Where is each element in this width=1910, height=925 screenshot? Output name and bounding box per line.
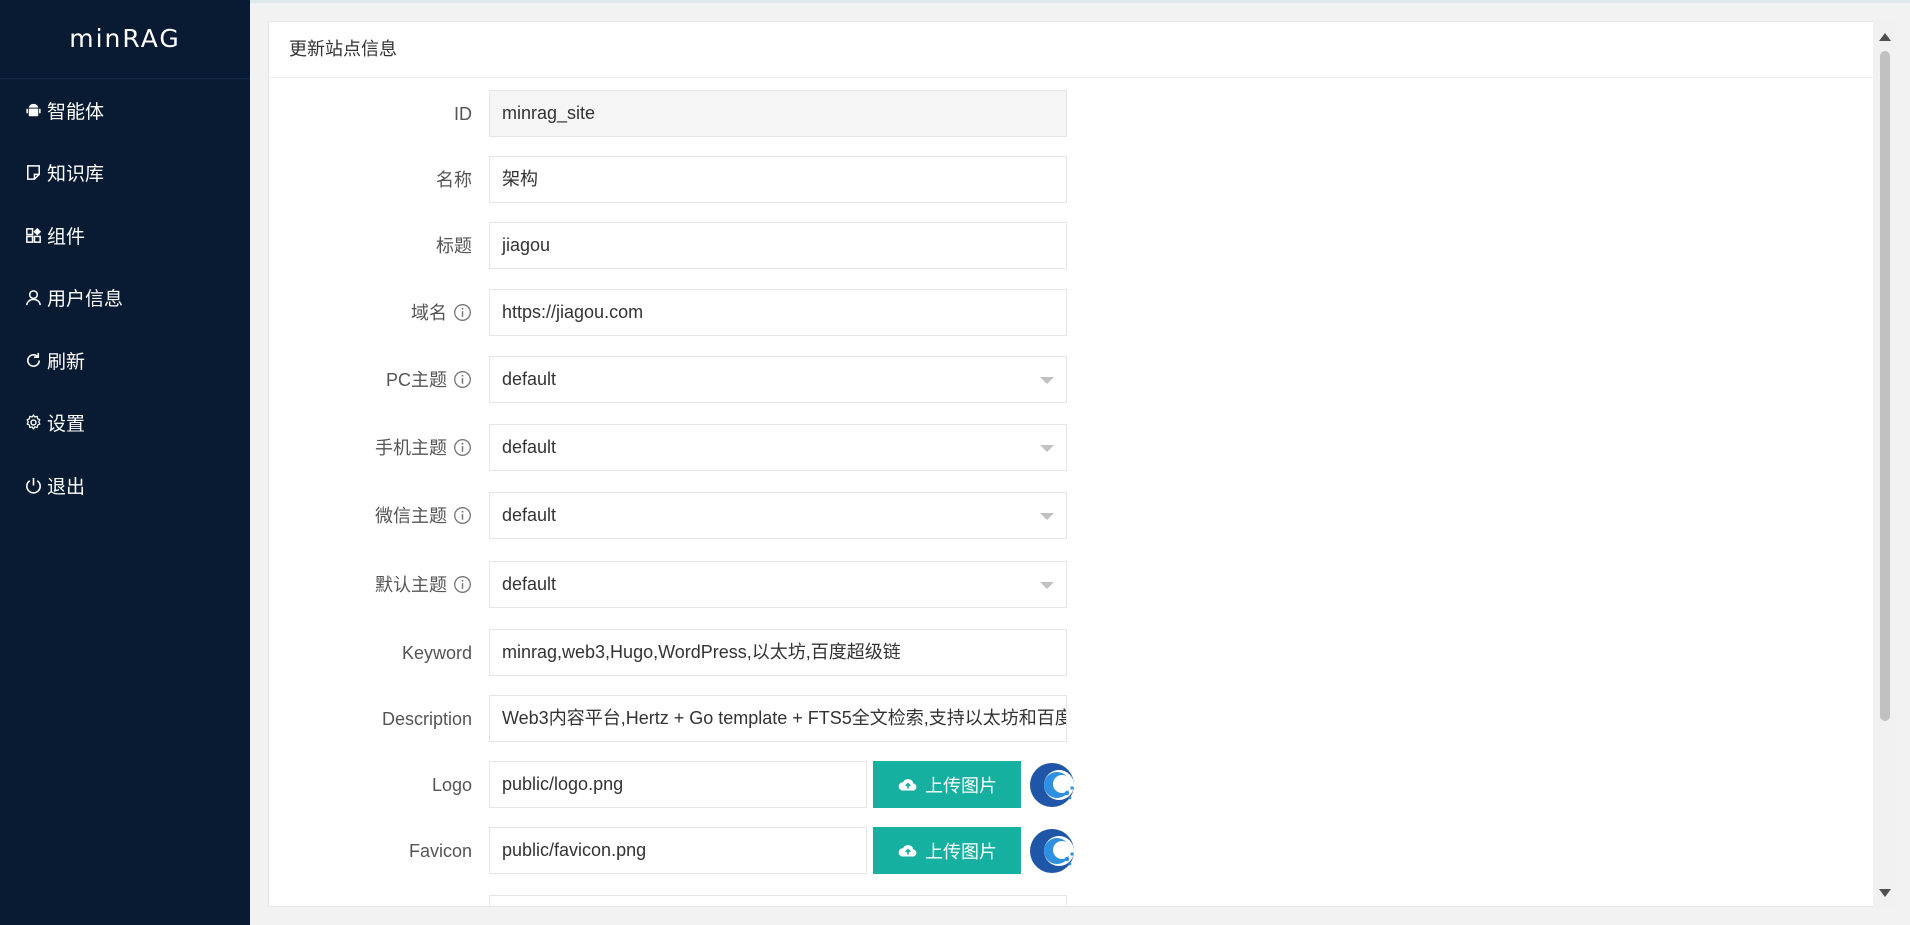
cloud-upload-icon (898, 844, 917, 856)
title-input[interactable]: jiagou (489, 222, 1067, 269)
name-label: 名称 (436, 170, 472, 190)
sidebar-item-refresh[interactable]: 刷新 (0, 329, 250, 392)
mobile-theme-label: 手机主题 (269, 424, 472, 473)
logo-path-input[interactable]: public/logo.png (489, 761, 867, 808)
upload-button-label: 上传图片 (925, 775, 997, 796)
form-row-title: 标题 jiagou (269, 222, 1369, 271)
form-row-id: ID minrag_site (269, 90, 1369, 139)
id-field: minrag_site (489, 90, 1067, 137)
sidebar-item-knowledge-base[interactable]: 知识库 (0, 142, 250, 205)
vertical-scrollbar[interactable] (1873, 21, 1896, 907)
domain-input[interactable]: https://jiagou.com (489, 289, 1067, 336)
component-icon (26, 227, 42, 243)
sidebar-item-label: 智能体 (47, 101, 105, 123)
sidebar-item-label: 设置 (47, 414, 86, 436)
info-icon[interactable] (453, 438, 472, 457)
default-theme-select[interactable]: default (489, 561, 1067, 608)
document-icon (27, 165, 40, 181)
domain-label: 域名 (269, 289, 472, 338)
sidebar: minRAG 智能体 知识库 组件 用户信息 刷新 设置 退出 (0, 0, 250, 925)
android-icon (26, 103, 41, 116)
favicon-upload-button[interactable]: 上传图片 (873, 827, 1021, 874)
sidebar-item-label: 刷新 (47, 351, 86, 373)
upload-button-label: 上传图片 (925, 841, 997, 862)
partially-visible-textarea[interactable] (489, 895, 1067, 906)
sidebar-item-label: 用户信息 (47, 289, 124, 311)
sidebar-item-agents[interactable]: 智能体 (0, 79, 250, 142)
form-row-partial-textarea (269, 895, 1369, 906)
form-row-domain: 域名 https://jiagou.com (269, 289, 1369, 338)
favicon-label: Favicon (408, 841, 472, 861)
title-label: 标题 (436, 236, 472, 256)
card-title: 更新站点信息 (269, 22, 1895, 78)
mobile-theme-select[interactable]: default (489, 424, 1067, 471)
description-label: Description (381, 709, 472, 729)
info-icon[interactable] (453, 303, 472, 322)
id-label: ID (454, 104, 472, 124)
scroll-up-arrow-icon[interactable] (1879, 33, 1891, 41)
sidebar-item-settings[interactable]: 设置 (0, 392, 250, 455)
sidebar-item-label: 知识库 (47, 164, 105, 186)
keyword-input[interactable]: minrag,web3,Hugo,WordPress,以太坊,百度超级链 (489, 629, 1067, 676)
form-row-default-theme: 默认主题 default (269, 561, 1369, 610)
info-icon[interactable] (453, 575, 472, 594)
sidebar-item-label: 组件 (47, 226, 86, 248)
logo-preview-image (1027, 760, 1075, 810)
site-info-card: 更新站点信息 ID minrag_site 名称 架构 标题 jiagou 域名… (268, 21, 1896, 907)
info-icon[interactable] (453, 370, 472, 389)
form-row-keyword: Keyword minrag,web3,Hugo,WordPress,以太坊,百… (269, 629, 1369, 678)
sidebar-item-label: 退出 (47, 476, 86, 498)
scrollbar-thumb[interactable] (1880, 51, 1890, 721)
logo-label: Logo (431, 775, 472, 795)
form-row-name: 名称 架构 (269, 156, 1369, 205)
description-input[interactable]: Web3内容平台,Hertz + Go template + FTS5全文检索,… (489, 695, 1067, 742)
app-logo-title: minRAG (0, 0, 250, 79)
cloud-upload-icon (898, 778, 917, 790)
sidebar-item-user-info[interactable]: 用户信息 (0, 267, 250, 330)
sidebar-item-logout[interactable]: 退出 (0, 454, 250, 517)
name-input[interactable]: 架构 (489, 156, 1067, 203)
wechat-theme-label: 微信主题 (269, 492, 472, 541)
pc-theme-select[interactable]: default (489, 356, 1067, 403)
power-icon (26, 477, 41, 494)
form-row-mobile-theme: 手机主题 default (269, 424, 1369, 473)
pc-theme-label: PC主题 (269, 356, 472, 405)
sidebar-item-components[interactable]: 组件 (0, 204, 250, 267)
gear-icon (26, 414, 41, 430)
sidebar-nav: 智能体 知识库 组件 用户信息 刷新 设置 退出 (0, 79, 250, 517)
logo-upload-button[interactable]: 上传图片 (873, 761, 1021, 808)
window-top-border (0, 0, 1910, 3)
user-icon (26, 290, 41, 306)
wechat-theme-select[interactable]: default (489, 492, 1067, 539)
info-icon[interactable] (453, 506, 472, 525)
favicon-preview-image (1027, 826, 1075, 876)
scroll-down-arrow-icon[interactable] (1879, 889, 1891, 897)
keyword-label: Keyword (401, 643, 472, 663)
form-row-description: Description Web3内容平台,Hertz + Go template… (269, 695, 1369, 744)
form-row-logo: Logo public/logo.png 上传图片 (269, 761, 1369, 810)
form-row-wechat-theme: 微信主题 default (269, 492, 1369, 541)
form-row-favicon: Favicon public/favicon.png 上传图片 (269, 827, 1369, 876)
form-row-pc-theme: PC主题 default (269, 356, 1369, 405)
default-theme-label: 默认主题 (269, 561, 472, 610)
favicon-path-input[interactable]: public/favicon.png (489, 827, 867, 874)
refresh-icon (27, 352, 41, 367)
